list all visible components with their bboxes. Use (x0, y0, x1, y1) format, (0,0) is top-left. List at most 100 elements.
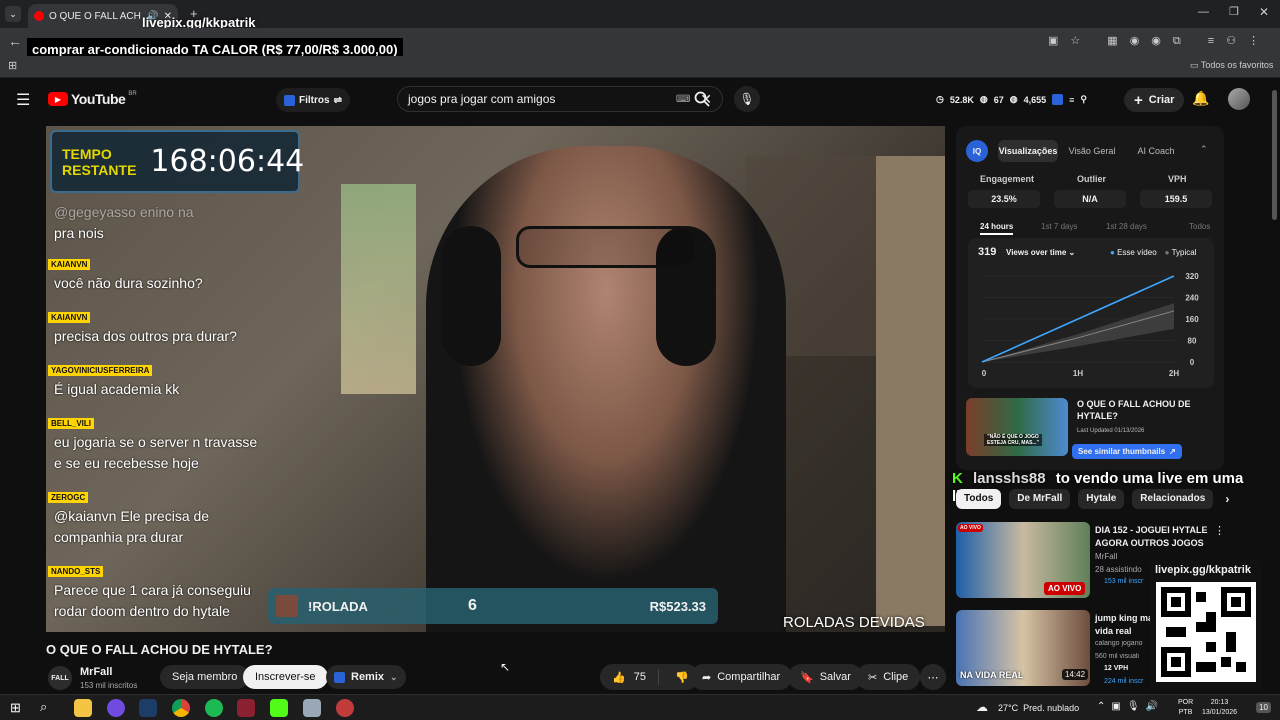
apps-icon[interactable]: ⊞ (8, 59, 17, 72)
spotify-icon[interactable] (205, 699, 223, 717)
donor-name: lansshs88 (973, 470, 1046, 487)
video-player[interactable]: TEMPO RESTANTE 168:06:44 @gegeyasso enino… (46, 126, 945, 632)
tab-ai-coach[interactable]: AI Coach (1126, 140, 1186, 162)
period-all[interactable]: Todos (1189, 222, 1210, 231)
chat-message: KAIANVN você não dura sozinho? (48, 254, 288, 294)
more-actions-button[interactable]: ⋯ (920, 664, 946, 690)
chevron-down-icon: ⌄ (390, 671, 398, 682)
system-tray-icons[interactable]: ⌃▣🎙🔊 (1097, 701, 1164, 712)
chip-de-mrfall[interactable]: De MrFall (1009, 489, 1071, 509)
list-icon[interactable]: ≡ (1069, 95, 1074, 105)
chevron-right-icon[interactable]: › (1221, 489, 1233, 509)
search-button[interactable] (682, 86, 722, 112)
steam-icon[interactable] (139, 699, 157, 717)
period-24h[interactable]: 24 hours (980, 222, 1014, 235)
trophy-icon[interactable]: ⚲ (1080, 94, 1087, 105)
roladas-devidas: ROLADAS DEVIDAS 72 (783, 614, 925, 632)
weather-icon: ☁ (976, 700, 988, 714)
vidiq-thumbnail[interactable]: "NÃO É QUE O JOGO ESTEJA CRU, MAS..." (966, 398, 1068, 456)
rec-thumb-text: NA VIDA REAL (960, 670, 1024, 680)
remix-button[interactable]: Remix ⌄ (326, 665, 406, 689)
channel-avatar[interactable]: FALL (48, 666, 72, 690)
clock-icon: ◷ (936, 94, 944, 104)
share-icon: ➦ (702, 671, 712, 684)
rec-title-line2: AGORA OUTROS JOGOS (1095, 538, 1204, 548)
share-button[interactable]: ➦ Compartilhar (690, 664, 793, 690)
chip-hytale[interactable]: Hytale (1078, 489, 1125, 509)
remix-label: Remix (351, 671, 385, 683)
bookmarks-bar: ⊞ ▭ Todos os favoritos (0, 56, 1280, 78)
file-explorer-icon[interactable] (74, 699, 92, 717)
rec-duration: 14:42 (1062, 669, 1089, 680)
views-over-time-select[interactable]: Views over time ⌄ (1006, 248, 1075, 257)
tab-search-icon[interactable]: ⌄ (5, 6, 21, 22)
join-button[interactable]: Seja membro (160, 665, 250, 689)
chip-todos[interactable]: Todos (956, 489, 1002, 509)
subscribe-button[interactable]: Inscrever-se (243, 665, 328, 689)
rolada-avatar (276, 595, 298, 617)
chip-relacionados[interactable]: Relacionados (1132, 489, 1214, 509)
typical-range-band (982, 303, 1174, 362)
vidiq-badge-icon[interactable] (1052, 94, 1064, 105)
folder-icon: ▭ (1190, 60, 1201, 70)
stat-subs: 4,655 (1023, 94, 1047, 105)
close-window-button[interactable]: ✕ (1259, 5, 1269, 19)
keyboard-language[interactable]: POR PTB (1178, 698, 1193, 718)
avatar[interactable] (1228, 88, 1250, 110)
youtube-play-icon: ▶ (48, 92, 68, 106)
chat-line: companhia pra durar (54, 529, 184, 545)
app-icon[interactable] (107, 699, 125, 717)
create-button[interactable]: + Criar (1124, 88, 1185, 112)
app-icon-3[interactable] (336, 699, 354, 717)
tab-visao-geral[interactable]: Visão Geral (1062, 140, 1122, 162)
clip-button[interactable]: ✂ Clipe (856, 664, 921, 690)
page-scrollbar[interactable] (1272, 90, 1277, 220)
toolbar-extension-icons: ▣☆ ▦◉◉⧉ ≡⚇⋮ (1048, 35, 1272, 47)
rolada-bar: !ROLADA 6 R$523.33 (268, 588, 718, 624)
chrome-icon[interactable] (172, 699, 190, 717)
stat-views: 52.8K (949, 94, 974, 105)
save-button[interactable]: 🔖 Salvar (788, 664, 863, 690)
lang-line2: PTB (1178, 709, 1193, 716)
like-button[interactable]: 👍 75 (600, 669, 659, 685)
restore-button[interactable]: ❐ (1229, 5, 1239, 18)
valorant-icon[interactable] (237, 699, 255, 717)
notification-count[interactable]: 10 (1256, 702, 1271, 713)
app-icon-2[interactable] (303, 699, 321, 717)
vidiq-icon (284, 94, 295, 106)
clock-time: 20:13 (1210, 699, 1229, 706)
collapse-icon[interactable]: ⌃ (1200, 144, 1208, 155)
filters-button[interactable]: Filtros ⇌ (276, 88, 350, 112)
rec-title-line1: jump king ma (1095, 613, 1154, 623)
back-icon[interactable]: ← (8, 33, 22, 49)
rec-more-icon[interactable]: ⋮ (1214, 524, 1225, 537)
period-28d[interactable]: 1st 28 days (1106, 222, 1147, 231)
thumbnail-caption: "NÃO É QUE O JOGO ESTEJA CRU, MAS..." (984, 434, 1042, 446)
youtube-logo[interactable]: ▶ YouTube BR (48, 91, 137, 107)
mouse-cursor-icon: ↖ (500, 660, 511, 674)
see-similar-thumbnails-button[interactable]: See similar thumbnails ↗ (1072, 444, 1182, 459)
search-input[interactable]: jogos pra jogar com amigos ⌨ ✕ (397, 86, 723, 112)
clock[interactable]: 20:13 13/01/2026 (1202, 698, 1237, 718)
weather-text[interactable]: 27°C Pred. nublado (998, 703, 1079, 713)
rec-vph: 12 VPH (1104, 665, 1129, 672)
all-bookmarks-link[interactable]: ▭ Todos os favoritos (1190, 60, 1273, 71)
menu-icon[interactable]: ☰ (16, 90, 30, 110)
minimize-button[interactable]: — (1198, 6, 1209, 18)
qr-code-icon (1156, 582, 1256, 682)
voice-search-button[interactable]: 🎙 (734, 86, 760, 112)
start-icon[interactable]: ⊞ (10, 700, 21, 716)
chat-username: BELL_VILI (48, 418, 95, 429)
chat-line: e se eu recebesse hoje (54, 455, 199, 471)
x-tick-label: 0 (982, 369, 987, 378)
glasses (516, 226, 696, 268)
taskbar-search-icon[interactable]: ⌕ (40, 699, 47, 715)
notifications-bell-icon[interactable]: 🔔 (1192, 90, 1209, 107)
chat-username: YAGOVINICIUSFERREIRA (48, 365, 153, 376)
kick-app-icon[interactable] (270, 699, 288, 717)
tab-visualizacoes[interactable]: Visualizações (998, 140, 1058, 162)
chat-message: YAGOVINICIUSFERREIRA É igual academia kk (48, 360, 288, 400)
vidiq-icon (334, 671, 345, 683)
channel-name[interactable]: MrFall (80, 666, 112, 678)
period-7d[interactable]: 1st 7 days (1041, 222, 1077, 231)
